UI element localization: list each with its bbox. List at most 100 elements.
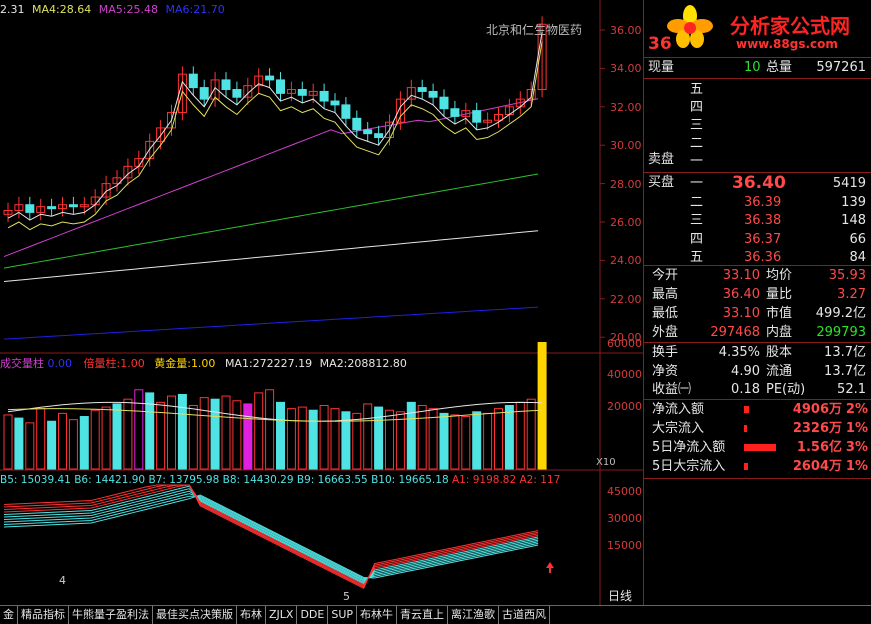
date-mark-4: 4 (59, 574, 66, 587)
flow-row: 5日大宗流入 2604万 1% (648, 457, 871, 476)
flow-bar (744, 406, 749, 413)
flow-label: 5日大宗流入 (652, 459, 726, 474)
price-tick: 22.00 (610, 292, 642, 306)
candle-body (297, 89, 307, 96)
ma5-value: 25.48 (126, 3, 158, 16)
stat-label: PE(动) (766, 382, 806, 397)
tab-3[interactable]: 最佳买点决策版 (153, 606, 237, 624)
tab-4[interactable]: 布林 (237, 606, 266, 624)
price-tick: 34.00 (610, 62, 642, 76)
logo-url[interactable]: www.88gs.com (736, 37, 838, 51)
volume-bar (36, 408, 46, 470)
stat-value: 0.18 (731, 382, 760, 397)
chart-area[interactable]: 2.31 MA4:28.64 MA5:25.48 MA6:21.70 北京和仁生… (0, 0, 643, 605)
volume-bar (483, 412, 493, 470)
b5-value: B5: 15039.41 (0, 474, 71, 486)
a1-value: A1: 9198.82 (451, 474, 517, 486)
price-tag: 36 (648, 34, 672, 54)
tab-0[interactable]: 金 (0, 606, 18, 624)
buy-volume: 5419 (832, 176, 866, 191)
price-tick: 32.00 (610, 100, 642, 114)
volume-tick: 60000 (607, 336, 642, 350)
ma2-line (7, 41, 543, 231)
stat-value: 35.93 (828, 268, 866, 283)
volume-bar (472, 411, 482, 470)
volume-bar (374, 406, 384, 470)
quote-panel: 分析家公式网 www.88gs.com 36 现量 10 总量 597261 五… (643, 0, 871, 605)
volume-bar (199, 397, 209, 470)
vol-ma1-label: MA1: (224, 357, 253, 370)
volume-bar (286, 408, 296, 470)
beiliang-label: 倍量柱: (83, 357, 121, 370)
tab-6[interactable]: DDE (297, 606, 329, 624)
ma3-value: 2.31 (0, 3, 25, 16)
buy-level-2: 二 36.39 139 (648, 193, 871, 212)
buy-price: 36.37 (744, 231, 782, 247)
volume-bar (439, 412, 449, 470)
flow-value: 2604万 (792, 459, 842, 474)
buy-level-label: 三 (690, 213, 704, 228)
sell-level-label: 四 (690, 100, 704, 115)
volume-bar (210, 398, 220, 470)
tab-10[interactable]: 离江渔歌 (448, 606, 500, 624)
b-tick: 45000 (607, 485, 642, 498)
candle-body (232, 89, 242, 98)
stat2-row: 换手 4.35% 股本 13.7亿 (648, 343, 871, 362)
buy-volume: 148 (841, 213, 866, 228)
volume-bar (112, 403, 122, 470)
tab-8[interactable]: 布林牛 (357, 606, 398, 624)
tab-9[interactable]: 青云直上 (397, 606, 449, 624)
tab-1[interactable]: 精品指标 (18, 606, 69, 624)
stat-value: 299793 (816, 325, 866, 340)
price-tick: 26.00 (610, 216, 642, 229)
stock-suffix: 生物医药 (534, 23, 583, 37)
stat-value: 499.2亿 (815, 306, 866, 321)
sell-level-label: 五 (690, 82, 704, 97)
stat-value: 3.27 (837, 287, 866, 302)
volume-bar (330, 408, 340, 470)
tab-7[interactable]: SUP (328, 606, 358, 624)
stat-row: 最高 36.40 量比 3.27 (648, 285, 871, 304)
price-chart[interactable] (0, 0, 643, 605)
period-label[interactable]: 日线 (608, 590, 632, 603)
candle-body (319, 90, 329, 102)
candle-body (472, 110, 482, 123)
tab-11[interactable]: 古道西风 (499, 606, 551, 624)
buy-price: 36.40 (732, 173, 786, 193)
buy-level-1: 一 36.40 5419 (648, 174, 871, 193)
vol-ma1-value: 272227.19 (252, 357, 313, 370)
flow-row: 5日净流入额 1.56亿 3% (648, 438, 871, 457)
candle-body (265, 75, 275, 81)
stat-row: 今开 33.10 均价 35.93 (648, 266, 871, 285)
volume-bar (276, 401, 285, 470)
buy-level-3: 三 36.38 148 (648, 211, 871, 230)
volume-bar (25, 422, 35, 470)
volume-bar (243, 403, 253, 470)
flow-pct: 1% (845, 459, 868, 474)
volume-bar (526, 398, 536, 470)
stat-row: 外盘 297468 内盘 299793 (648, 323, 871, 342)
tab-2[interactable]: 牛熊量子盈利法 (69, 606, 153, 624)
flow-row: 净流入额 4906万 2% (648, 400, 871, 419)
flow-pct: 2% (845, 402, 868, 417)
ma6-label: MA6: (165, 3, 194, 16)
volume-bar (297, 406, 307, 470)
buy-volume: 139 (841, 194, 866, 210)
candle-body (25, 204, 35, 213)
sell-label: 卖盘 (648, 150, 871, 169)
xianliang-label: 现量 (648, 60, 675, 75)
date-mark-5: 5 (343, 590, 350, 603)
stat2-row: 净资 4.90 流通 13.7亿 (648, 362, 871, 381)
volume-bar (265, 389, 275, 470)
stat-value: 52.1 (837, 382, 866, 397)
stat-value: 13.7亿 (824, 345, 866, 360)
buy-level-label: 二 (690, 194, 704, 210)
volume-bar (254, 392, 264, 470)
ma4-label: MA4: (32, 3, 60, 16)
volume-bar (515, 401, 525, 470)
flow-bar (744, 425, 747, 432)
candle-body (341, 104, 351, 119)
volume-bar (461, 416, 471, 470)
volume-bar (308, 409, 318, 470)
tab-5[interactable]: ZJLX (266, 606, 298, 624)
